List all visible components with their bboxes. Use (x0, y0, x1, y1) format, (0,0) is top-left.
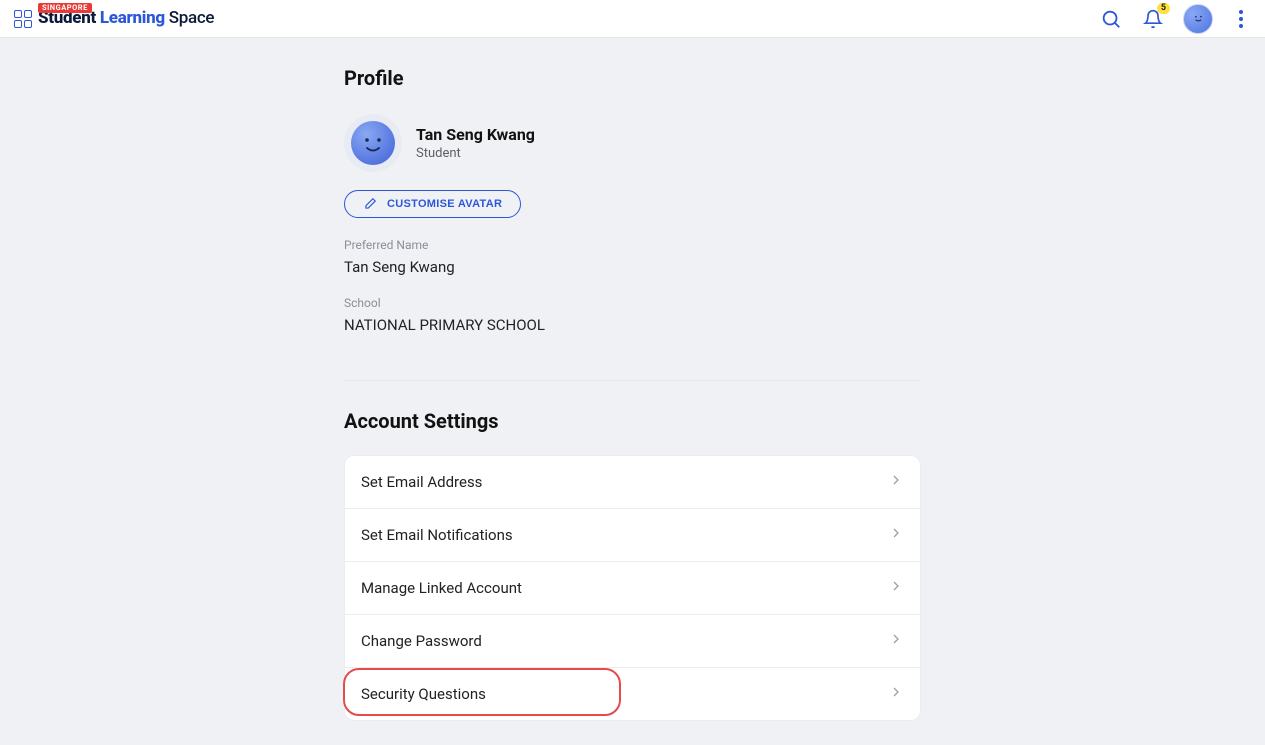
preferred-name-label: Preferred Name (344, 238, 921, 252)
settings-row-label: Set Email Address (361, 473, 482, 491)
settings-row-label: Security Questions (361, 685, 486, 703)
brand-text: SINGAPORE Student Learning Space (38, 10, 214, 27)
brand-logo[interactable]: SINGAPORE Student Learning Space (14, 10, 214, 28)
settings-row-email-address[interactable]: Set Email Address (345, 456, 920, 509)
settings-row-label: Manage Linked Account (361, 579, 522, 597)
brand-badge: SINGAPORE (38, 3, 92, 13)
brand-space: Space (169, 8, 215, 28)
page-content: Profile Tan Seng Kwang Student CUSTOMISE… (75, 66, 1190, 745)
settings-row-security-questions[interactable]: Security Questions (345, 668, 920, 720)
profile-role: Student (416, 146, 535, 161)
section-divider (344, 380, 921, 381)
chevron-right-icon (888, 684, 904, 704)
search-icon[interactable] (1099, 7, 1123, 31)
account-settings-heading: Account Settings (344, 409, 1190, 433)
avatar (344, 114, 402, 172)
brand-grid-icon (14, 10, 32, 28)
profile-header: Tan Seng Kwang Student (344, 114, 921, 172)
chevron-right-icon (888, 472, 904, 492)
settings-row-email-notifications[interactable]: Set Email Notifications (345, 509, 920, 562)
account-settings-card: Set Email Address Set Email Notification… (344, 455, 921, 721)
pencil-icon (363, 197, 377, 211)
notification-badge: 5 (1157, 3, 1170, 14)
topbar-actions: 5 (1099, 4, 1251, 34)
kebab-menu-icon[interactable] (1231, 10, 1251, 28)
notifications-icon[interactable]: 5 (1141, 7, 1165, 31)
profile-block: Tan Seng Kwang Student CUSTOMISE AVATAR … (344, 114, 921, 334)
settings-row-change-password[interactable]: Change Password (345, 615, 920, 668)
customise-avatar-label: CUSTOMISE AVATAR (387, 198, 502, 210)
settings-row-label: Set Email Notifications (361, 526, 513, 544)
avatar-menu[interactable] (1183, 4, 1213, 34)
chevron-right-icon (888, 525, 904, 545)
customise-avatar-button[interactable]: CUSTOMISE AVATAR (344, 190, 521, 218)
school-value: NATIONAL PRIMARY SCHOOL (344, 316, 921, 334)
settings-row-label: Change Password (361, 632, 482, 650)
settings-row-linked-account[interactable]: Manage Linked Account (345, 562, 920, 615)
profile-name: Tan Seng Kwang (416, 125, 535, 144)
top-bar: SINGAPORE Student Learning Space 5 (0, 0, 1265, 38)
profile-heading: Profile (344, 66, 1190, 90)
preferred-name-value: Tan Seng Kwang (344, 258, 921, 276)
chevron-right-icon (888, 631, 904, 651)
brand-learning: Learning (100, 8, 165, 28)
chevron-right-icon (888, 578, 904, 598)
school-label: School (344, 296, 921, 310)
